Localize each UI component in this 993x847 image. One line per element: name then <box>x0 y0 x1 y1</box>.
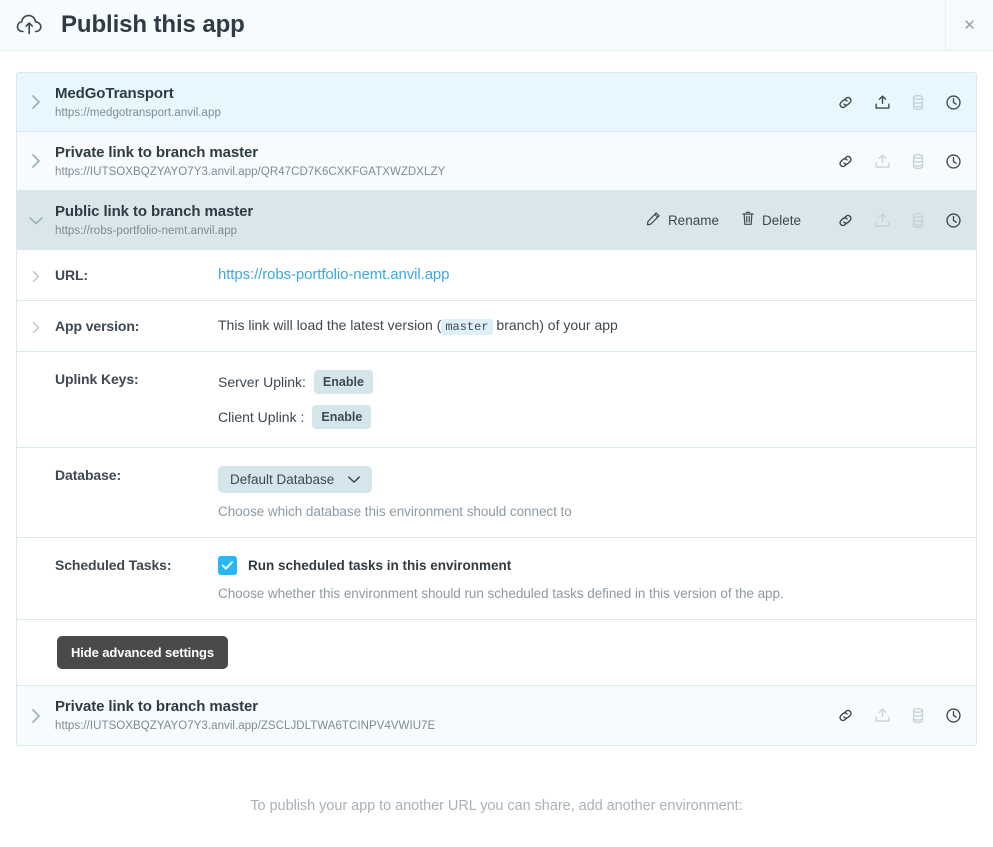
app-version-description: This link will load the latest version (… <box>218 317 976 335</box>
scheduled-tasks-checkbox-label: Run scheduled tasks in this environment <box>248 558 512 573</box>
environment-name: Private link to branch master <box>55 698 259 715</box>
chevron-right-icon[interactable] <box>17 317 55 335</box>
chevron-right-icon[interactable] <box>17 93 55 111</box>
environment-url-link[interactable]: https://robs-portfolio-nemt.anvil.app <box>218 266 450 283</box>
cloud-upload-icon <box>16 11 44 39</box>
chevron-down-icon <box>347 472 361 487</box>
environment-icon-group <box>837 707 962 724</box>
environments-panel: MedGoTransport https://medgotransport.an… <box>16 72 977 746</box>
detail-row-scheduled-tasks: Scheduled Tasks: Run scheduled tasks in … <box>17 538 976 620</box>
chevron-down-icon[interactable] <box>17 214 55 226</box>
detail-row-database: Database: Default Database Choose which … <box>17 448 976 538</box>
publish-upload-icon[interactable] <box>874 94 891 111</box>
footer-note: To publish your app to another URL you c… <box>250 798 743 814</box>
chevron-right-icon[interactable] <box>17 266 55 284</box>
page-title: Publish this app <box>61 11 245 38</box>
close-icon[interactable]: ✕ <box>945 0 993 50</box>
link-icon[interactable] <box>837 94 854 111</box>
detail-row-uplink-keys: Uplink Keys: Server Uplink: Enable Clien… <box>17 352 976 448</box>
publish-upload-icon[interactable] <box>874 153 891 170</box>
uplink-keys-label: Uplink Keys: <box>55 371 139 387</box>
chevron-right-icon[interactable] <box>17 152 55 170</box>
hide-advanced-settings-button[interactable]: Hide advanced settings <box>57 636 229 669</box>
environment-icon-group <box>837 94 962 111</box>
environment-url: https://IUTSOXBQZYAYO7Y3.anvil.app/ZSCLJ… <box>55 720 436 732</box>
environment-name: Public link to branch master <box>55 202 254 220</box>
database-select-value: Default Database <box>230 472 335 487</box>
environment-actions <box>823 707 976 724</box>
environment-row-expanded[interactable]: Public link to branch master https://rob… <box>17 191 976 250</box>
scheduled-tasks-check-line: Run scheduled tasks in this environment <box>218 556 956 575</box>
database-body: Default Database Choose which database t… <box>218 466 976 519</box>
environment-url: https://medgotransport.anvil.app <box>55 106 221 119</box>
modal-header: Publish this app ✕ <box>0 0 993 51</box>
database-label: Database: <box>55 467 122 483</box>
environment-url: https://IUTSOXBQZYAYO7Y3.anvil.app/QR47C… <box>55 165 446 178</box>
server-uplink-label: Server Uplink: <box>218 374 306 390</box>
environment-icon-group <box>837 153 962 170</box>
client-uplink-label: Client Uplink : <box>218 409 305 425</box>
environment-actions: Rename Delete <box>646 211 976 229</box>
publish-upload-icon[interactable] <box>874 212 891 229</box>
scheduled-tasks-label: Scheduled Tasks: <box>55 557 172 573</box>
url-label: URL: <box>55 267 89 283</box>
environment-icon-group <box>837 212 962 229</box>
database-spacer <box>17 466 55 469</box>
app-version-label: App version: <box>55 318 140 334</box>
chevron-right-icon[interactable] <box>17 707 55 725</box>
advanced-settings-row: Hide advanced settings <box>17 620 976 686</box>
database-icon[interactable] <box>911 212 925 229</box>
database-helper-text: Choose which database this environment s… <box>218 504 572 519</box>
environment-labels: MedGoTransport https://medgotransport.an… <box>55 84 823 121</box>
environment-actions <box>823 94 976 111</box>
delete-label: Delete <box>761 212 801 228</box>
app-version-text-before: This link will load the latest version ( <box>218 317 442 333</box>
scheduled-tasks-checkbox[interactable] <box>218 556 237 575</box>
client-uplink-row: Client Uplink : Enable <box>218 405 956 429</box>
server-uplink-enable-button[interactable]: Enable <box>313 370 373 394</box>
database-select[interactable]: Default Database <box>218 466 373 493</box>
database-icon[interactable] <box>911 153 925 170</box>
clock-history-icon[interactable] <box>945 94 962 111</box>
detail-row-app-version: App version: This link will load the lat… <box>17 301 976 352</box>
environment-row[interactable]: MedGoTransport https://medgotransport.an… <box>17 73 976 132</box>
publish-upload-icon[interactable] <box>874 707 891 724</box>
environment-url: https://robs-portfolio-nemt.anvil.app <box>55 224 238 237</box>
environment-row[interactable]: Private link to branch master https://IU… <box>17 686 976 745</box>
scheduled-tasks-helper-text: Choose whether this environment should r… <box>218 586 784 601</box>
trash-icon <box>741 211 755 229</box>
server-uplink-row: Server Uplink: Enable <box>218 370 956 394</box>
client-uplink-enable-button[interactable]: Enable <box>312 405 372 429</box>
link-icon[interactable] <box>837 212 854 229</box>
clock-history-icon[interactable] <box>945 212 962 229</box>
environment-name: MedGoTransport <box>55 84 174 102</box>
environment-labels: Public link to branch master https://rob… <box>55 202 646 239</box>
pencil-icon <box>646 211 661 229</box>
environment-row[interactable]: Private link to branch master https://IU… <box>17 132 976 191</box>
app-version-text-after: branch) of your app <box>496 317 618 333</box>
environment-name: Private link to branch master <box>55 143 259 161</box>
clock-history-icon[interactable] <box>945 707 962 724</box>
delete-button[interactable]: Delete <box>741 211 801 229</box>
scheduled-tasks-spacer <box>17 556 55 559</box>
rename-label: Rename <box>667 212 719 228</box>
detail-row-url: URL: https://robs-portfolio-nemt.anvil.a… <box>17 250 976 301</box>
link-icon[interactable] <box>837 707 854 724</box>
uplink-keys-body: Server Uplink: Enable Client Uplink : En… <box>218 370 976 429</box>
database-icon[interactable] <box>911 94 925 111</box>
uplink-spacer <box>17 370 55 373</box>
clock-history-icon[interactable] <box>945 153 962 170</box>
database-icon[interactable] <box>911 707 925 724</box>
environment-actions <box>823 153 976 170</box>
branch-code-chip: master <box>441 319 493 335</box>
environment-labels: Private link to branch master https://IU… <box>55 697 823 734</box>
rename-button[interactable]: Rename <box>646 211 719 229</box>
scheduled-tasks-body: Run scheduled tasks in this environment … <box>218 556 976 601</box>
link-icon[interactable] <box>837 153 854 170</box>
url-value-container: https://robs-portfolio-nemt.anvil.app <box>218 266 976 284</box>
environment-labels: Private link to branch master https://IU… <box>55 143 823 180</box>
